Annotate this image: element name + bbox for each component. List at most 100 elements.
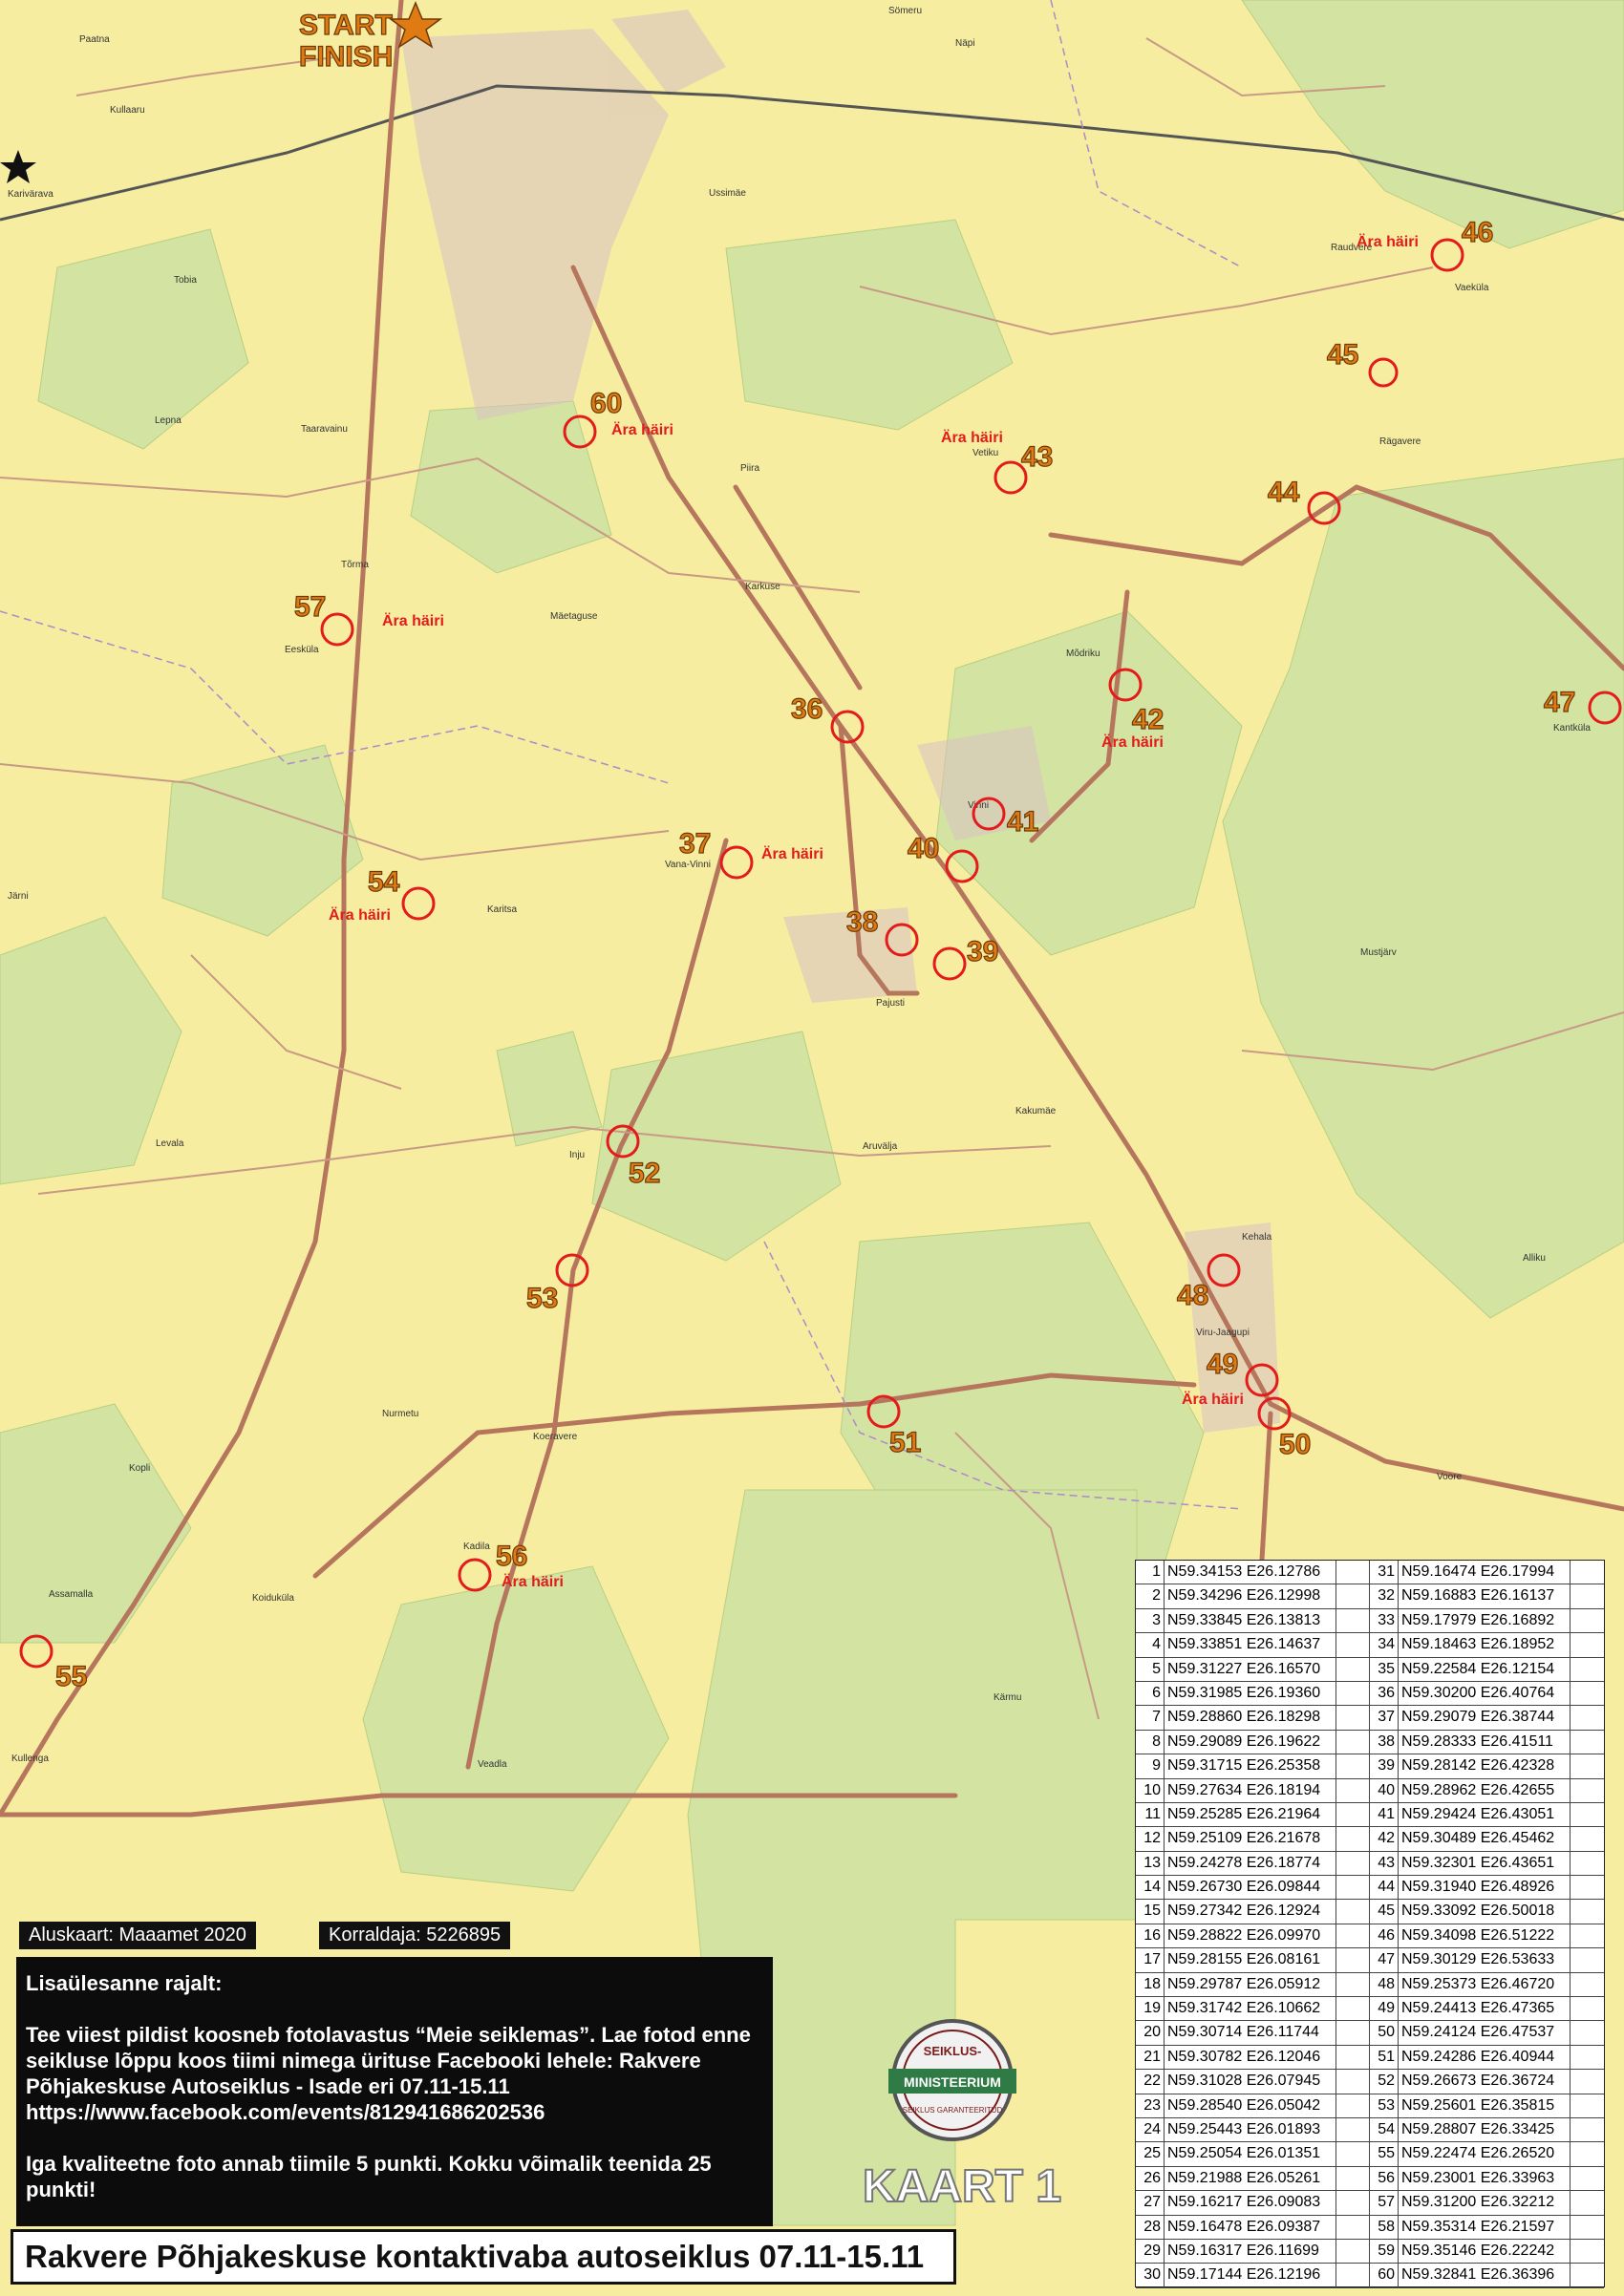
do-not-disturb-note: Ära häiri xyxy=(611,421,673,438)
coordinate-value: N59.29787 E26.05912 xyxy=(1165,1972,1336,1997)
coordinate-number: 49 xyxy=(1370,1997,1399,2021)
coordinate-row: 24 N59.25443 E26.01893 xyxy=(1136,2117,1370,2143)
coordinate-number: 11 xyxy=(1136,1802,1165,1827)
coordinate-row: 5 N59.31227 E26.16570 xyxy=(1136,1657,1370,1682)
coordinate-number: 56 xyxy=(1370,2166,1399,2191)
start-label: START xyxy=(299,10,393,41)
coordinate-row: 6 N59.31985 E26.19360 xyxy=(1136,1681,1370,1707)
place-label: Assamalla xyxy=(49,1589,94,1600)
coordinate-number: 21 xyxy=(1136,2045,1165,2070)
coordinate-blank-cell xyxy=(1571,2118,1604,2141)
place-label: Inju xyxy=(569,1150,585,1160)
coordinate-value: N59.28155 E26.08161 xyxy=(1165,1948,1336,1972)
coordinate-blank-cell xyxy=(1571,1948,1604,1971)
place-label: Mõdriku xyxy=(1066,648,1100,659)
coordinate-number: 28 xyxy=(1136,2215,1165,2239)
coordinate-number: 31 xyxy=(1370,1561,1399,1584)
map-label: KAART 1 xyxy=(863,2161,1061,2212)
coordinate-blank-cell xyxy=(1571,1658,1604,1681)
coordinate-value: N59.23001 E26.33963 xyxy=(1399,2166,1571,2191)
coordinate-number: 54 xyxy=(1370,2117,1399,2142)
coordinate-blank-cell xyxy=(1571,1633,1604,1656)
coordinate-number: 17 xyxy=(1136,1948,1165,1972)
coordinate-value: N59.33092 E26.50018 xyxy=(1399,1900,1571,1924)
coordinate-blank-cell xyxy=(1336,2117,1370,2142)
coordinate-value: N59.31028 E26.07945 xyxy=(1165,2070,1336,2094)
coordinate-blank-cell xyxy=(1571,1973,1604,1996)
coordinate-blank-cell xyxy=(1336,1561,1370,1584)
checkpoint-number: 47 xyxy=(1544,687,1575,718)
coordinate-number: 19 xyxy=(1136,1997,1165,2021)
coordinate-blank-cell xyxy=(1571,2021,1604,2044)
coordinate-blank-cell xyxy=(1571,2216,1604,2239)
coordinate-row: 21 N59.30782 E26.12046 xyxy=(1136,2045,1370,2071)
base-map-credit: Aluskaart: Maaamet 2020 xyxy=(19,1922,256,1949)
coordinate-value: N59.30489 E26.45462 xyxy=(1399,1827,1571,1851)
coordinate-number: 43 xyxy=(1370,1851,1399,1876)
coordinate-value: N59.27342 E26.12924 xyxy=(1165,1900,1336,1924)
coordinate-blank-cell xyxy=(1571,2046,1604,2069)
coordinate-value: N59.16217 E26.09083 xyxy=(1165,2191,1336,2215)
coordinate-number: 51 xyxy=(1370,2045,1399,2070)
coordinate-blank-cell xyxy=(1571,1803,1604,1826)
place-label: Kullaaru xyxy=(110,105,145,116)
coordinate-number: 9 xyxy=(1136,1754,1165,1778)
checkpoint-number: 48 xyxy=(1177,1280,1208,1311)
facebook-event-link[interactable]: https://www.facebook.com/events/81294168… xyxy=(26,2099,763,2125)
do-not-disturb-note: Ära häiri xyxy=(941,429,1003,446)
coordinate-value: N59.26673 E26.36724 xyxy=(1399,2070,1571,2094)
place-label: Paatna xyxy=(79,34,110,45)
checkpoint-number: 41 xyxy=(1007,806,1038,838)
coordinate-number: 37 xyxy=(1370,1706,1399,1730)
coordinate-number: 45 xyxy=(1370,1900,1399,1924)
place-label: Näpi xyxy=(955,38,975,49)
coordinate-value: N59.31940 E26.48926 xyxy=(1399,1876,1571,1900)
coordinate-number: 41 xyxy=(1370,1802,1399,1827)
coordinate-blank-cell xyxy=(1571,1997,1604,2020)
coordinate-value: N59.27634 E26.18194 xyxy=(1165,1778,1336,1802)
coordinate-blank-cell xyxy=(1336,2070,1370,2094)
coordinate-row: 59 N59.35146 E26.22242 xyxy=(1370,2239,1604,2264)
coordinate-number: 13 xyxy=(1136,1851,1165,1876)
coordinate-row: 3 N59.33845 E26.13813 xyxy=(1136,1608,1370,1634)
coordinate-blank-cell xyxy=(1336,1754,1370,1778)
coordinate-value: N59.34153 E26.12786 xyxy=(1165,1561,1336,1584)
place-label: Ussimäe xyxy=(709,188,746,199)
coordinate-blank-cell xyxy=(1336,1876,1370,1900)
coordinate-value: N59.24286 E26.40944 xyxy=(1399,2045,1571,2070)
coordinate-row: 20 N59.30714 E26.11744 xyxy=(1136,2021,1370,2046)
place-label: Alliku xyxy=(1523,1253,1546,1264)
coordinate-number: 14 xyxy=(1136,1876,1165,1900)
coordinate-value: N59.32841 E26.36396 xyxy=(1399,2264,1571,2287)
coordinate-blank-cell xyxy=(1336,1802,1370,1827)
place-label: Viru-Jaagupi xyxy=(1196,1328,1250,1338)
coordinate-number: 27 xyxy=(1136,2191,1165,2215)
coordinates-column-left: 1 N59.34153 E26.12786 2 N59.34296 E26.12998… xyxy=(1136,1561,1370,2288)
coordinate-value: N59.30782 E26.12046 xyxy=(1165,2045,1336,2070)
coordinate-number: 10 xyxy=(1136,1778,1165,1802)
checkpoint-number: 46 xyxy=(1462,217,1493,248)
coordinate-value: N59.25601 E26.35815 xyxy=(1399,2094,1571,2117)
coordinate-blank-cell xyxy=(1571,2070,1604,2093)
coordinate-number: 1 xyxy=(1136,1561,1165,1584)
place-label: Kärmu xyxy=(994,1692,1021,1703)
coordinate-blank-cell xyxy=(1336,1706,1370,1730)
coordinate-row: 17 N59.28155 E26.08161 xyxy=(1136,1948,1370,1973)
coordinate-row: 38 N59.28333 E26.41511 xyxy=(1370,1730,1604,1755)
organizer-credit: Korraldaja: 5226895 xyxy=(319,1922,511,1949)
coordinate-value: N59.28142 E26.42328 xyxy=(1399,1754,1571,1778)
coordinate-value: N59.24413 E26.47365 xyxy=(1399,1997,1571,2021)
coordinate-row: 1 N59.34153 E26.12786 xyxy=(1136,1561,1370,1585)
coordinate-row: 44 N59.31940 E26.48926 xyxy=(1370,1876,1604,1901)
coordinate-row: 39 N59.28142 E26.42328 xyxy=(1370,1754,1604,1779)
coordinate-value: N59.34296 E26.12998 xyxy=(1165,1584,1336,1608)
coordinate-value: N59.16478 E26.09387 xyxy=(1165,2215,1336,2239)
coordinate-value: N59.31200 E26.32212 xyxy=(1399,2191,1571,2215)
coordinate-number: 52 xyxy=(1370,2070,1399,2094)
coordinate-number: 6 xyxy=(1136,1681,1165,1706)
coordinate-number: 7 xyxy=(1136,1706,1165,1730)
coordinate-blank-cell xyxy=(1336,2166,1370,2191)
coordinate-number: 40 xyxy=(1370,1778,1399,1802)
coordinate-value: N59.29079 E26.38744 xyxy=(1399,1706,1571,1730)
coordinates-column-right: 31 N59.16474 E26.17994 32 N59.16883 E26.161… xyxy=(1370,1561,1604,2288)
